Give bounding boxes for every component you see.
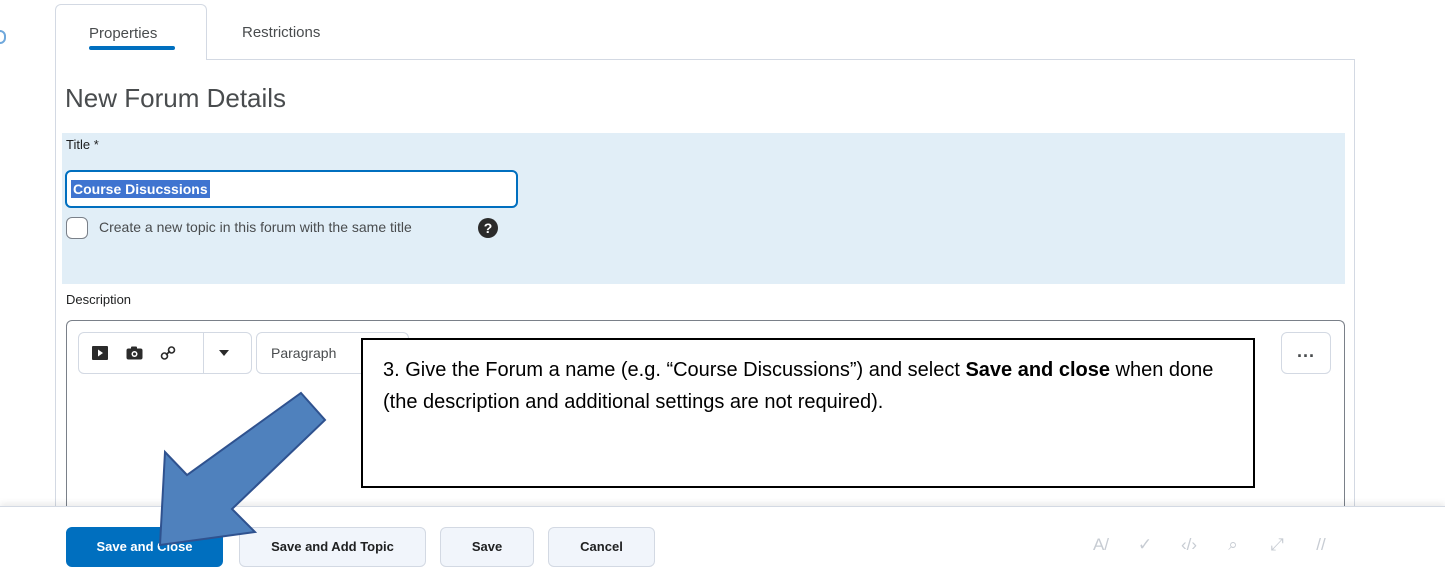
description-label: Description [66, 292, 132, 307]
help-icon[interactable]: ? [478, 218, 498, 238]
tab-restrictions-label: Restrictions [242, 24, 321, 41]
format-select-value: Paragraph [271, 345, 337, 361]
callout-bold-text: Save and close [965, 359, 1110, 381]
same-title-topic-label: Create a new topic in this forum with th… [99, 219, 412, 235]
cancel-button[interactable]: Cancel [548, 527, 655, 567]
tab-properties-label: Properties [89, 25, 158, 42]
source-code-icon[interactable]: ‹/› [1178, 535, 1200, 555]
image-icon[interactable] [125, 345, 143, 361]
more-dots-icon: ... [1296, 341, 1315, 361]
page-title: New Forum Details [65, 83, 287, 113]
fullscreen-icon[interactable]: ⤢ [1266, 535, 1288, 555]
video-icon[interactable] [91, 345, 109, 361]
partial-badge-icon [0, 30, 6, 44]
editor-status-icons: A/ ✓ ‹/› ⌕ ⤢ // [1090, 535, 1332, 555]
save-button[interactable]: Save [440, 527, 534, 567]
save-and-close-button[interactable]: Save and Close [66, 527, 223, 567]
chevron-down-icon[interactable] [215, 345, 233, 361]
title-input[interactable]: Course Disucssions [65, 170, 518, 208]
save-and-add-topic-button[interactable]: Save and Add Topic [239, 527, 426, 567]
tab-properties[interactable]: Properties [55, 4, 207, 60]
same-title-topic-checkbox[interactable] [66, 217, 88, 239]
preview-icon[interactable]: ⌕ [1222, 535, 1244, 555]
tab-restrictions[interactable]: Restrictions [207, 4, 377, 60]
active-tab-indicator [89, 46, 175, 50]
title-input-value: Course Disucssions [71, 180, 210, 198]
callout-text-1: 3. Give the Forum a name (e.g. “Course D… [383, 359, 966, 381]
more-actions-button[interactable]: ... [1281, 332, 1331, 374]
toolbar-divider [203, 333, 204, 373]
title-section [62, 133, 1345, 284]
spellcheck-icon[interactable]: A/ [1090, 535, 1112, 555]
link-icon[interactable] [159, 345, 177, 361]
instruction-callout: 3. Give the Forum a name (e.g. “Course D… [361, 338, 1255, 488]
accessibility-icon[interactable]: ✓ [1134, 535, 1156, 555]
resize-handle-icon[interactable]: // [1310, 535, 1332, 555]
title-label: Title * [66, 137, 99, 152]
